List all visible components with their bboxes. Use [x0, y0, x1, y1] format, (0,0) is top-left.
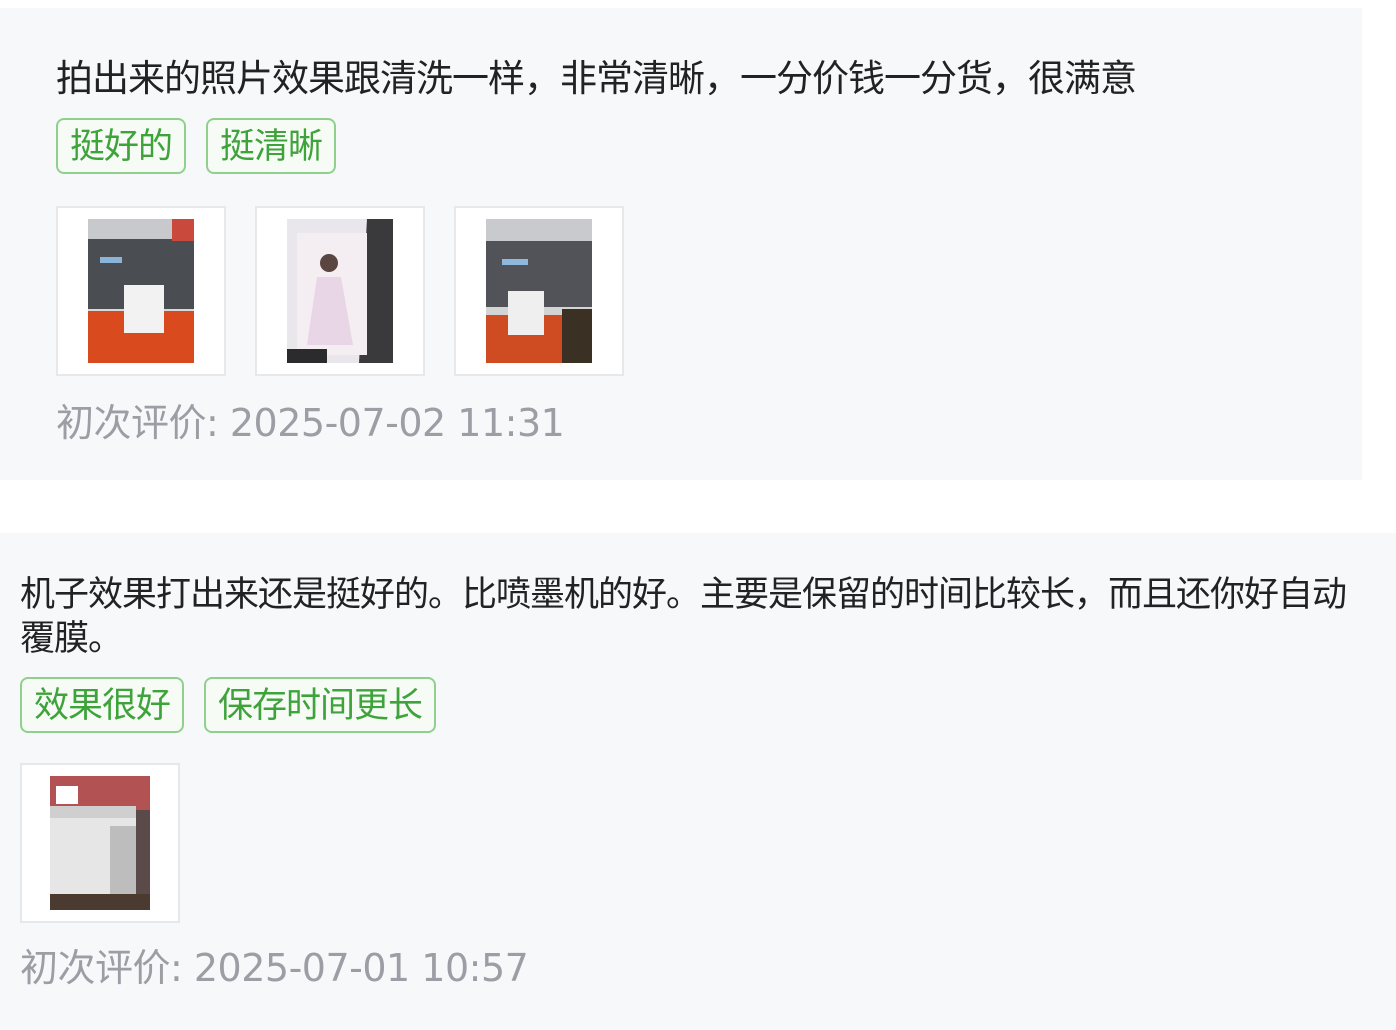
review-text: 机子效果打出来还是挺好的。比喷墨机的好。主要是保留的时间比较长，而且还你好自动覆… [20, 575, 1347, 659]
review-text: 拍出来的照片效果跟清洗一样，非常清晰，一分价钱一分货，很满意 [56, 57, 1137, 100]
review-photo-thumbnail[interactable] [255, 206, 425, 376]
printer-photo-icon [486, 219, 592, 363]
review-photo-thumbnail[interactable] [20, 763, 180, 923]
review-tag[interactable]: 效果很好 [20, 677, 185, 733]
review-photos [20, 763, 1376, 923]
portrait-print-photo-icon [287, 219, 393, 363]
printer-photo-icon [50, 776, 150, 910]
review-card: 机子效果打出来还是挺好的。比喷墨机的好。主要是保留的时间比较长，而且还你好自动覆… [0, 533, 1396, 1030]
review-tag[interactable]: 挺清晰 [206, 118, 337, 174]
review-tags: 挺好的 挺清晰 [56, 118, 1306, 174]
review-timestamp: 初次评价: 2025-07-02 11:31 [56, 401, 565, 445]
review-photos [56, 206, 1306, 376]
review-timestamp: 初次评价: 2025-07-01 10:57 [20, 946, 529, 990]
review-tag[interactable]: 保存时间更长 [204, 677, 437, 733]
printer-photo-icon [88, 219, 194, 363]
review-photo-thumbnail[interactable] [56, 206, 226, 376]
review-tag[interactable]: 挺好的 [56, 118, 187, 174]
review-tags: 效果很好 保存时间更长 [20, 677, 1376, 733]
review-photo-thumbnail[interactable] [454, 206, 624, 376]
review-card: 拍出来的照片效果跟清洗一样，非常清晰，一分价钱一分货，很满意 挺好的 挺清晰 初… [0, 8, 1362, 480]
